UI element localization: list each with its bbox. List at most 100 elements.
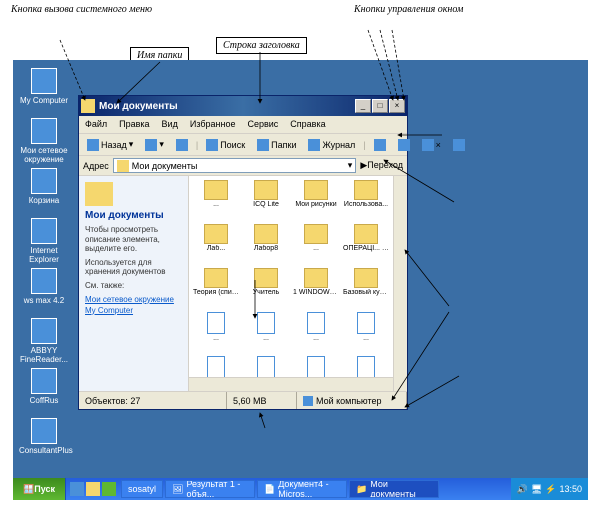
file-item[interactable]: 1 WINDOWS 98 В ВОПР... bbox=[293, 268, 339, 310]
vertical-scrollbar[interactable] bbox=[393, 176, 407, 391]
document-icon bbox=[357, 356, 375, 378]
ann-sysmenu: Кнопка вызова системного меню bbox=[5, 2, 158, 17]
side-desc: Используется для хранения документов bbox=[85, 258, 182, 277]
side-link-1[interactable]: Мои сетевое окружение bbox=[85, 295, 182, 304]
menu-file[interactable]: Файл bbox=[83, 118, 109, 131]
desktop-icon-label: Корзина bbox=[19, 196, 69, 205]
task-button[interactable]: 📄Документ4 - Micros... bbox=[257, 480, 347, 498]
horizontal-scrollbar[interactable] bbox=[189, 377, 393, 391]
task-button[interactable]: 🖼Результат 1 - объя... bbox=[165, 480, 255, 498]
desktop-icon[interactable]: ConsultantPlus bbox=[19, 418, 69, 455]
task-button-active[interactable]: 📁Мои документы bbox=[349, 480, 439, 498]
file-name: ... bbox=[193, 335, 239, 342]
desktop-icon[interactable]: ws max 4.2 bbox=[19, 268, 69, 305]
desktop-icon[interactable]: Internet Explorer bbox=[19, 218, 69, 264]
computer-icon bbox=[303, 396, 313, 406]
file-item[interactable]: ... bbox=[193, 312, 239, 354]
toolbar: Назад ▾ ▾ | Поиск Папки Журнал | × bbox=[79, 134, 407, 156]
desktop: My Computer Мои сетевое окружение Корзина I… bbox=[13, 60, 588, 500]
desktop-icon-label: My Computer bbox=[19, 96, 69, 105]
desktop-icon[interactable]: Мои сетевое окружение bbox=[19, 118, 69, 164]
window-control-buttons: _ □ × bbox=[355, 99, 405, 113]
desktop-icon-label: Internet Explorer bbox=[19, 246, 69, 264]
file-item[interactable]: Теория (список) bbox=[193, 268, 239, 310]
desktop-icon[interactable]: CoffRus bbox=[19, 368, 69, 405]
tray-icon[interactable]: 🔊 bbox=[517, 484, 528, 495]
up-button[interactable] bbox=[172, 138, 192, 152]
address-field[interactable]: Мои документы▾ bbox=[113, 158, 357, 173]
task-button[interactable]: sosatyl bbox=[121, 480, 163, 498]
file-name: ICQ Lite bbox=[243, 201, 289, 208]
desktop-icon-image bbox=[31, 68, 57, 94]
statusbar: Объектов: 27 5,60 MB Мой компьютер bbox=[79, 391, 407, 409]
journal-button[interactable]: Журнал bbox=[304, 138, 359, 152]
ann-titlebar: Строка заголовка bbox=[216, 37, 307, 54]
back-button[interactable]: Назад ▾ bbox=[83, 138, 137, 152]
file-item[interactable]: ОПЕРАЦI... СИСТЕМА ... bbox=[343, 224, 389, 266]
side-panel: Мои документы Чтобы просмотреть описание… bbox=[79, 176, 189, 391]
file-item[interactable]: ICQ Lite bbox=[243, 180, 289, 222]
menu-help[interactable]: Справка bbox=[288, 118, 327, 131]
maximize-button[interactable]: □ bbox=[372, 99, 388, 113]
folder-icon bbox=[204, 224, 228, 244]
quick-launch bbox=[66, 482, 120, 496]
file-name: ОПЕРАЦI... СИСТЕМА ... bbox=[343, 245, 389, 252]
file-item[interactable]: ... bbox=[193, 180, 239, 222]
folder-icon bbox=[354, 268, 378, 288]
system-tray[interactable]: 🔊 🖥 ⚡ 13:50 bbox=[511, 478, 588, 500]
titlebar[interactable]: Мои документы _ □ × bbox=[79, 96, 407, 116]
file-item[interactable]: Базовый курс ПК Часть 1 bbox=[343, 268, 389, 310]
tray-icon[interactable]: 🖥 bbox=[531, 484, 542, 495]
copy-button[interactable] bbox=[394, 138, 414, 152]
menu-view[interactable]: Вид bbox=[160, 118, 180, 131]
ql-icon[interactable] bbox=[70, 482, 84, 496]
file-item[interactable]: Учитель bbox=[243, 268, 289, 310]
minimize-button[interactable]: _ bbox=[355, 99, 371, 113]
desktop-icon[interactable]: My Computer bbox=[19, 68, 69, 105]
file-name: ... bbox=[243, 335, 289, 342]
menu-tools[interactable]: Сервис bbox=[245, 118, 280, 131]
taskbar: 🪟 Пуск sosatyl 🖼Результат 1 - объя... 📄Д… bbox=[13, 478, 588, 500]
desktop-icon-image bbox=[31, 368, 57, 394]
file-item[interactable]: Лабор8 bbox=[243, 224, 289, 266]
folder-icon bbox=[254, 268, 278, 288]
close-button[interactable]: × bbox=[389, 99, 405, 113]
clock: 13:50 bbox=[559, 484, 582, 494]
side-also: См. также: bbox=[85, 281, 182, 291]
side-hint: Чтобы просмотреть описание элемента, выд… bbox=[85, 225, 182, 254]
undo-button[interactable] bbox=[449, 138, 469, 152]
ql-icon[interactable] bbox=[86, 482, 100, 496]
desktop-icon[interactable]: Корзина bbox=[19, 168, 69, 205]
desktop-icon[interactable]: ABBYY FineReader... bbox=[19, 318, 69, 364]
desktop-icon-image bbox=[31, 318, 57, 344]
start-button[interactable]: 🪟 Пуск bbox=[13, 478, 66, 500]
file-item[interactable]: Мои рисунки bbox=[293, 180, 339, 222]
file-item[interactable]: Использова... bbox=[343, 180, 389, 222]
file-name: Теория (список) bbox=[193, 289, 239, 296]
file-item[interactable]: ... bbox=[343, 312, 389, 354]
delete-button[interactable]: × bbox=[418, 138, 445, 152]
forward-button[interactable]: ▾ bbox=[141, 138, 168, 152]
document-icon bbox=[357, 312, 375, 334]
side-link-2[interactable]: My Computer bbox=[85, 306, 182, 315]
file-item[interactable]: ... bbox=[293, 312, 339, 354]
file-item[interactable]: Лаб... bbox=[193, 224, 239, 266]
go-button[interactable]: ▶Переход bbox=[360, 160, 403, 171]
search-button[interactable]: Поиск bbox=[202, 138, 249, 152]
system-menu-icon[interactable] bbox=[81, 99, 95, 113]
folder-icon bbox=[204, 180, 228, 200]
folder-icon bbox=[354, 224, 378, 244]
file-item[interactable]: ... bbox=[243, 312, 289, 354]
menu-edit[interactable]: Правка bbox=[117, 118, 151, 131]
file-item[interactable]: ... bbox=[293, 224, 339, 266]
file-name: ... bbox=[343, 335, 389, 342]
menu-favorites[interactable]: Избранное bbox=[188, 118, 238, 131]
folder-icon bbox=[204, 268, 228, 288]
file-name: ... bbox=[293, 245, 339, 252]
move-button[interactable] bbox=[370, 138, 390, 152]
file-grid[interactable]: ... ICQ Lite Мои рисункиИспользова... Лаб..… bbox=[189, 176, 407, 391]
address-label: Адрес bbox=[83, 161, 109, 171]
ql-icon[interactable] bbox=[102, 482, 116, 496]
tray-icon[interactable]: ⚡ bbox=[545, 484, 556, 495]
folders-button[interactable]: Папки bbox=[253, 138, 300, 152]
